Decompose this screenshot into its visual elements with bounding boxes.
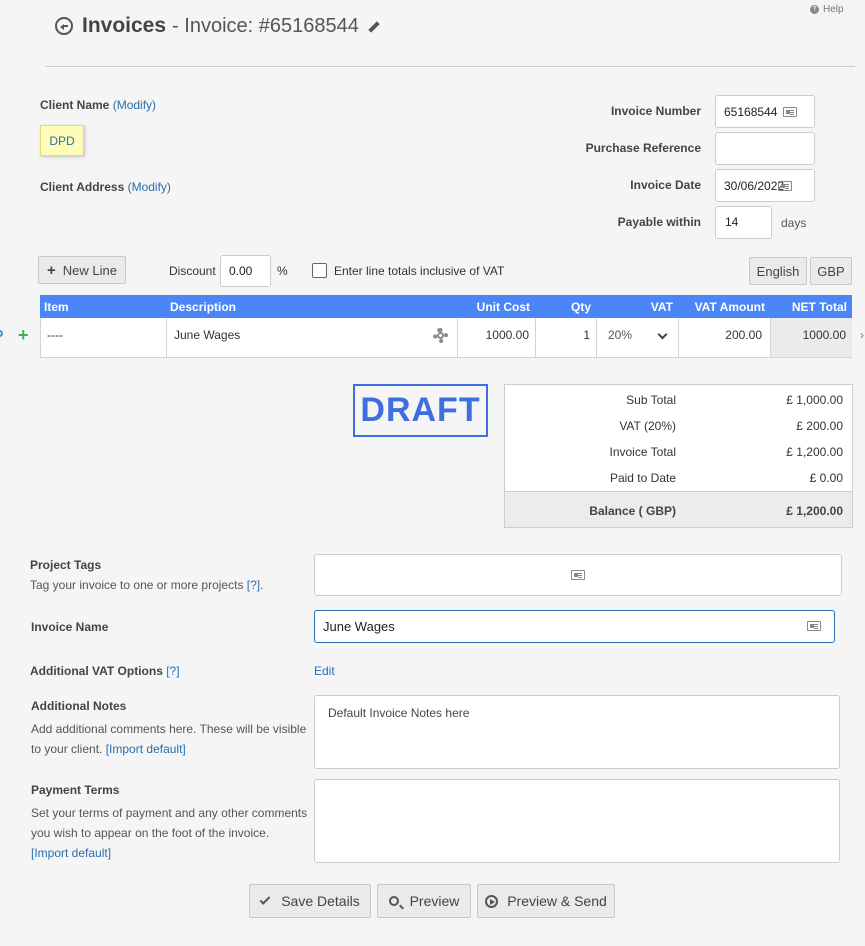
vat-total-label: VAT (20%) bbox=[619, 419, 676, 433]
help-icon: ? bbox=[810, 5, 819, 14]
balance-value: £ 1,200.00 bbox=[786, 504, 843, 518]
language-button[interactable]: English bbox=[749, 257, 807, 285]
project-tags-help-link[interactable]: [?] bbox=[247, 578, 260, 592]
client-address-modify-link[interactable]: (Modify) bbox=[128, 180, 171, 194]
id-card-icon bbox=[783, 106, 798, 117]
project-tags-field[interactable] bbox=[314, 554, 842, 596]
purchase-reference-field[interactable] bbox=[715, 132, 815, 165]
project-tags-label: Project Tags bbox=[30, 558, 102, 572]
additional-notes-label: Additional Notes bbox=[31, 699, 127, 713]
payment-terms-help: Set your terms of payment and any other … bbox=[31, 806, 308, 860]
client-address-row: Client Address (Modify) bbox=[40, 180, 171, 194]
col-qty: Qty bbox=[570, 300, 591, 314]
terms-import-default-link[interactable]: [Import default] bbox=[31, 846, 111, 860]
name-picker-icon[interactable] bbox=[807, 621, 821, 631]
vat-options-label: Additional VAT Options bbox=[30, 664, 163, 678]
vat-options-row: Additional VAT Options [?] bbox=[30, 664, 180, 678]
preview-button[interactable]: Preview bbox=[377, 884, 471, 918]
new-line-button[interactable]: + New Line bbox=[38, 256, 126, 284]
totals-panel: Sub Total £ 1,000.00 VAT (20%) £ 200.00 … bbox=[504, 384, 853, 528]
vat-options-help-link[interactable]: [?] bbox=[166, 664, 179, 678]
chevron-down-icon bbox=[657, 329, 668, 340]
unit-cost-cell[interactable]: 1000.00 bbox=[458, 318, 536, 357]
circle-arrow-left-icon[interactable] bbox=[55, 17, 73, 35]
project-tags-help: Tag your invoice to one or more projects… bbox=[30, 578, 264, 592]
plus-icon: + bbox=[47, 261, 56, 279]
client-name-label: Client Name bbox=[40, 98, 110, 112]
notes-import-default-link[interactable]: [Import default] bbox=[106, 742, 186, 756]
col-description: Description bbox=[170, 300, 237, 314]
item-cell[interactable]: ---- bbox=[41, 318, 167, 357]
header-divider bbox=[45, 66, 855, 67]
invoice-subtitle: - Invoice: #65168544 bbox=[172, 14, 359, 37]
discount-unit: % bbox=[277, 264, 288, 278]
payable-within-field[interactable]: 14 bbox=[715, 206, 772, 239]
vat-inclusive-label: Enter line totals inclusive of VAT bbox=[334, 264, 505, 278]
col-vat-amount: VAT Amount bbox=[694, 300, 765, 314]
invoice-number-label: Invoice Number bbox=[610, 104, 701, 118]
table-row: ---- June Wages 1000.00 1 20% 200.00 100… bbox=[40, 318, 852, 358]
balance-row: Balance ( GBP) £ 1,200.00 bbox=[505, 491, 852, 527]
add-row-plus-icon[interactable]: + bbox=[18, 326, 29, 344]
col-vat: VAT bbox=[650, 300, 673, 314]
col-net-total: NET Total bbox=[791, 300, 847, 314]
vat-amount-cell[interactable]: 200.00 bbox=[679, 318, 771, 357]
net-total-cell: 1000.00 bbox=[771, 318, 852, 357]
table-header: Item Description Unit Cost Qty VAT VAT A… bbox=[40, 295, 852, 318]
vat-inclusive-checkbox[interactable] bbox=[312, 263, 327, 278]
tag-picker-icon[interactable] bbox=[571, 570, 585, 580]
gear-icon[interactable] bbox=[433, 328, 448, 343]
discount-field[interactable]: 0.00 bbox=[220, 255, 271, 287]
purchase-reference-label: Purchase Reference bbox=[585, 141, 701, 155]
pencil-icon[interactable] bbox=[368, 21, 380, 33]
help-link[interactable]: ? Help bbox=[810, 4, 844, 15]
client-badge[interactable]: DPD bbox=[40, 125, 84, 156]
row-drag-handle-icon[interactable] bbox=[0, 330, 3, 337]
vat-options-edit-link[interactable]: Edit bbox=[314, 664, 335, 678]
client-name-modify-link[interactable]: (Modify) bbox=[113, 98, 156, 112]
client-name-value: DPD bbox=[49, 133, 75, 148]
qty-cell[interactable]: 1 bbox=[536, 318, 597, 357]
calendar-icon bbox=[778, 180, 793, 191]
checkmark-icon bbox=[259, 894, 271, 905]
save-details-button[interactable]: Save Details bbox=[249, 884, 371, 918]
invoice-number-field[interactable]: 65168544 bbox=[715, 95, 815, 128]
vat-select[interactable]: 20% bbox=[597, 318, 679, 357]
description-cell[interactable]: June Wages bbox=[167, 318, 458, 357]
vat-total-value: £ 200.00 bbox=[796, 419, 843, 433]
discount-label: Discount bbox=[169, 264, 216, 278]
search-icon bbox=[388, 896, 404, 910]
invoice-total-label: Invoice Total bbox=[609, 445, 677, 459]
invoice-name-field[interactable]: June Wages bbox=[314, 610, 835, 643]
col-item: Item bbox=[44, 300, 69, 314]
payable-unit: days bbox=[781, 216, 807, 230]
invoice-name-label: Invoice Name bbox=[31, 620, 109, 634]
currency-button[interactable]: GBP bbox=[810, 257, 852, 285]
payable-within-label: Payable within bbox=[617, 215, 701, 229]
payment-terms-label: Payment Terms bbox=[31, 783, 120, 797]
page-header: Invoices - Invoice: #65168544 bbox=[55, 12, 380, 40]
paid-to-date-label: Paid to Date bbox=[609, 471, 676, 485]
sub-total-value: £ 1,000.00 bbox=[786, 393, 843, 407]
additional-notes-help: Add additional comments here. These will… bbox=[31, 722, 307, 756]
play-circle-icon bbox=[485, 894, 499, 908]
paid-to-date-value: £ 0.00 bbox=[809, 471, 843, 485]
balance-label: Balance ( GBP) bbox=[589, 504, 676, 518]
preview-send-button[interactable]: Preview & Send bbox=[477, 884, 615, 918]
row-scroll-chevron-icon[interactable]: › bbox=[860, 328, 864, 342]
additional-notes-textarea[interactable]: Default Invoice Notes here bbox=[314, 695, 840, 769]
page-title[interactable]: Invoices bbox=[82, 14, 166, 38]
payment-terms-textarea[interactable] bbox=[314, 779, 840, 863]
client-name-row: Client Name (Modify) bbox=[40, 98, 156, 112]
draft-stamp: DRAFT bbox=[353, 384, 488, 437]
client-address-label: Client Address bbox=[40, 180, 125, 194]
invoice-total-value: £ 1,200.00 bbox=[786, 445, 843, 459]
sub-total-label: Sub Total bbox=[626, 393, 676, 407]
col-unit-cost: Unit Cost bbox=[476, 300, 530, 314]
invoice-date-label: Invoice Date bbox=[630, 178, 701, 192]
invoice-date-field[interactable]: 30/06/2022 bbox=[715, 169, 815, 202]
